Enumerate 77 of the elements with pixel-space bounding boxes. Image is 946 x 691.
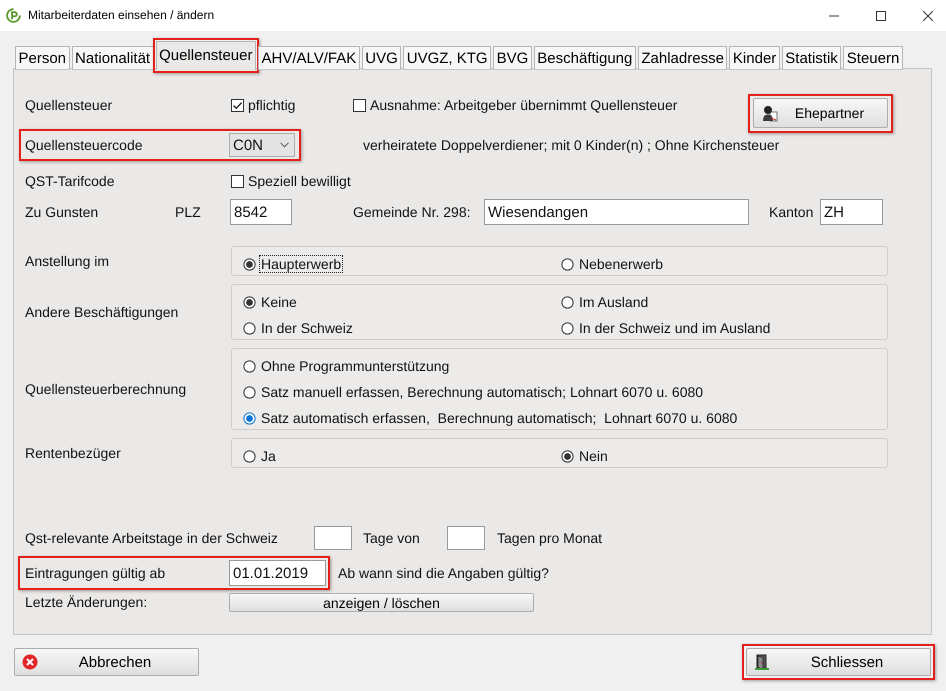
checkbox[interactable] (231, 174, 244, 188)
cancel-icon (22, 654, 38, 670)
checkbox-label[interactable]: Ausnahme: Arbeitgeber übernimmt Quellensteuer (370, 97, 678, 114)
radio-label[interactable]: Satz manuell erfassen, Berechnung automatisch; Lohnart 6070 u. 6080 (259, 383, 706, 401)
tab[interactable]: Beschäftigung (534, 46, 636, 70)
checkbox-label[interactable]: pflichtig (248, 97, 296, 114)
kanton-field[interactable]: ZH (820, 199, 883, 225)
field-label: Letzte Änderungen: (25, 594, 148, 611)
checkbox[interactable] (353, 99, 366, 112)
radio-button[interactable] (561, 296, 574, 308)
footer-button[interactable]: Abbrechen (14, 648, 199, 676)
field-label: PLZ (175, 204, 202, 220)
radio-label[interactable]: Nein (577, 447, 610, 465)
app-icon (6, 8, 21, 23)
tab[interactable]: BVG (493, 46, 532, 70)
field-label: Tage von (363, 530, 421, 546)
days-field[interactable] (314, 526, 352, 550)
tab[interactable]: UVGZ, KTG (403, 46, 492, 70)
radio-button[interactable] (243, 322, 256, 334)
description-text: verheiratete Doppelverdiener; mit 0 Kinder(n) ; Ohne Kirchensteuer (363, 136, 780, 154)
field-label: Kanton (769, 204, 814, 220)
radio-button[interactable] (561, 258, 574, 270)
field-label: Tagen pro Monat (497, 530, 602, 546)
tab[interactable]: Quellensteuer (156, 41, 256, 70)
door-icon (754, 654, 770, 670)
date-field[interactable]: 01.01.2019 (229, 560, 326, 586)
field-label: Zu Gunsten (25, 204, 100, 220)
radio-label[interactable]: In der Schweiz (259, 319, 355, 337)
field-label: Gemeinde Nr. 298: (353, 204, 472, 220)
tab[interactable]: Zahladresse (638, 46, 728, 70)
group-label: Anstellung im (25, 252, 110, 270)
hint-text: Ab wann sind die Angaben gültig? (338, 564, 549, 582)
field-label: Qst-relevante Arbeitstage in der Schweiz (25, 530, 279, 546)
group-label: Rentenbezüger (25, 444, 122, 462)
checkbox-label[interactable]: Speziell bewilligt (248, 172, 351, 190)
plz-field[interactable]: 8542 (230, 199, 292, 225)
tab[interactable]: Kinder (729, 46, 780, 70)
code-dropdown[interactable]: C0N (229, 133, 295, 157)
radio-button[interactable] (243, 412, 256, 424)
radio-button[interactable] (243, 386, 256, 398)
radio-button[interactable] (561, 322, 574, 334)
tab[interactable]: Statistik (782, 46, 842, 70)
group-label: Quellensteuerberechnung (25, 380, 188, 398)
person-icon (760, 104, 778, 122)
chevron-down-icon (280, 142, 289, 148)
ehepartner-button[interactable]: Ehepartner (753, 98, 888, 128)
tab[interactable]: Steuern (843, 46, 903, 70)
radio-button[interactable] (243, 450, 256, 462)
field-label: QST-Tarifcode (25, 172, 116, 190)
month-days-field[interactable] (447, 526, 485, 550)
tab[interactable]: AHV/ALV/FAK (258, 46, 360, 70)
group-label: Andere Beschäftigungen (25, 304, 180, 320)
radio-label[interactable]: Nebenerwerb (577, 255, 666, 273)
close-icon[interactable] (922, 10, 934, 22)
field-label: Quellensteuercode (25, 136, 144, 154)
radio-label[interactable]: Haupterwerb (259, 255, 344, 273)
radio-label[interactable]: Im Ausland (577, 293, 650, 311)
radio-button[interactable] (243, 296, 256, 308)
show-delete-button[interactable]: anzeigen / löschen (229, 593, 534, 612)
radio-label[interactable]: Ohne Programmunterstützung (259, 357, 452, 375)
gemeinde-field[interactable]: Wiesendangen (484, 199, 749, 225)
maximize-icon[interactable] (875, 10, 887, 22)
radio-label[interactable]: Ja (259, 447, 278, 465)
footer-button[interactable]: Schliessen (746, 648, 931, 676)
radio-label[interactable]: Satz automatisch erfassen, Berechnung automatisch; Lohnart 6070 u. 6080 (259, 409, 740, 427)
field-label: Quellensteuer (25, 96, 114, 114)
window-title: Mitarbeiterdaten einsehen / ändern (28, 7, 214, 24)
tab[interactable]: Nationalität (72, 46, 154, 70)
radio-label[interactable]: Keine (259, 293, 299, 311)
field-label: Eintragungen gültig ab (25, 564, 166, 582)
radio-label[interactable]: In der Schweiz und im Ausland (577, 319, 772, 337)
tab[interactable]: Person (15, 46, 70, 70)
radio-button[interactable] (561, 450, 574, 462)
radio-button[interactable] (243, 258, 256, 270)
radio-button[interactable] (243, 360, 256, 372)
checkbox[interactable] (231, 99, 244, 112)
tab[interactable]: UVG (362, 46, 402, 70)
